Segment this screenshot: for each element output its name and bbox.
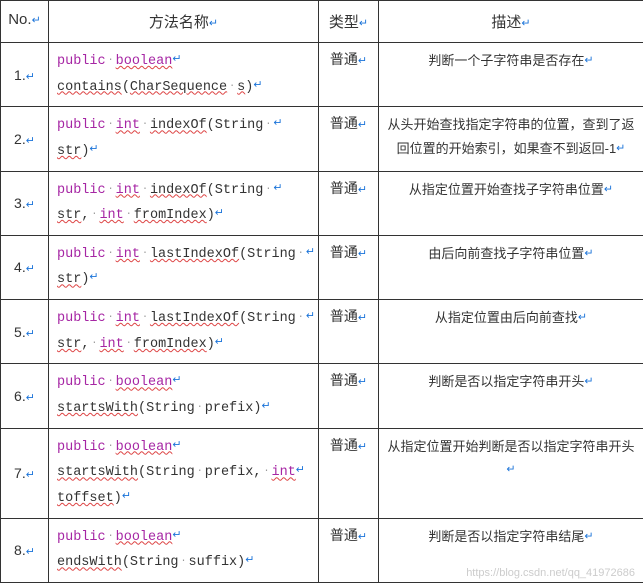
methods-table: No.↵ 方法名称↵ 类型↵ 描述↵ 1.↵public·boolean↵con… bbox=[0, 0, 643, 583]
header-method: 方法名称↵ bbox=[49, 1, 319, 43]
method-signature: public·boolean↵startsWith(String·prefix,… bbox=[49, 428, 319, 518]
table-row: 6.↵public·boolean↵startsWith(String·pref… bbox=[1, 364, 643, 428]
row-number: 4.↵ bbox=[1, 235, 49, 299]
header-desc: 描述↵ bbox=[379, 1, 643, 43]
row-number: 1.↵ bbox=[1, 43, 49, 107]
method-description: 判断一个子字符串是否存在↵ bbox=[379, 43, 643, 107]
method-description: 从头开始查找指定字符串的位置，查到了返回位置的开始索引，如果查不到返回-1↵ bbox=[379, 107, 643, 171]
method-signature: public·int·lastIndexOf(String·↵str,·int·… bbox=[49, 300, 319, 364]
table-body: 1.↵public·boolean↵contains(CharSequence·… bbox=[1, 43, 643, 583]
method-signature: public·int·lastIndexOf(String·↵str)↵ bbox=[49, 235, 319, 299]
method-signature: public·boolean↵startsWith(String·prefix)… bbox=[49, 364, 319, 428]
header-row: No.↵ 方法名称↵ 类型↵ 描述↵ bbox=[1, 1, 643, 43]
enter-icon: ↵ bbox=[209, 18, 218, 30]
watermark: https://blog.csdn.net/qq_41972686 bbox=[466, 567, 635, 579]
method-description: 从指定位置开始判断是否以指定字符串开头↵ bbox=[379, 428, 643, 518]
row-number: 3.↵ bbox=[1, 171, 49, 235]
method-type: 普通↵ bbox=[319, 364, 379, 428]
table-row: 4.↵public·int·lastIndexOf(String·↵str)↵普… bbox=[1, 235, 643, 299]
enter-icon: ↵ bbox=[521, 18, 530, 30]
method-signature: public·boolean↵endsWith(String·suffix)↵ bbox=[49, 518, 319, 582]
method-description: 由后向前查找子字符串位置↵ bbox=[379, 235, 643, 299]
method-type: 普通↵ bbox=[319, 235, 379, 299]
method-type: 普通↵ bbox=[319, 428, 379, 518]
method-description: 从指定位置由后向前查找↵ bbox=[379, 300, 643, 364]
enter-icon: ↵ bbox=[359, 18, 368, 30]
method-signature: public·boolean↵contains(CharSequence·s)↵ bbox=[49, 43, 319, 107]
method-description: 判断是否以指定字符串开头↵ bbox=[379, 364, 643, 428]
table-row: 5.↵public·int·lastIndexOf(String·↵str,·i… bbox=[1, 300, 643, 364]
method-type: 普通↵ bbox=[319, 43, 379, 107]
header-type: 类型↵ bbox=[319, 1, 379, 43]
method-description: 从指定位置开始查找子字符串位置↵ bbox=[379, 171, 643, 235]
method-signature: public·int·indexOf(String·↵str)↵ bbox=[49, 107, 319, 171]
method-type: 普通↵ bbox=[319, 518, 379, 582]
method-type: 普通↵ bbox=[319, 107, 379, 171]
row-number: 6.↵ bbox=[1, 364, 49, 428]
row-number: 2.↵ bbox=[1, 107, 49, 171]
method-type: 普通↵ bbox=[319, 300, 379, 364]
row-number: 8.↵ bbox=[1, 518, 49, 582]
row-number: 5.↵ bbox=[1, 300, 49, 364]
table-row: 1.↵public·boolean↵contains(CharSequence·… bbox=[1, 43, 643, 107]
table-row: 3.↵public·int·indexOf(String·↵str,·int·f… bbox=[1, 171, 643, 235]
method-type: 普通↵ bbox=[319, 171, 379, 235]
header-no: No.↵ bbox=[1, 1, 49, 43]
row-number: 7.↵ bbox=[1, 428, 49, 518]
enter-icon: ↵ bbox=[32, 15, 41, 27]
method-signature: public·int·indexOf(String·↵str,·int·from… bbox=[49, 171, 319, 235]
table-row: 2.↵public·int·indexOf(String·↵str)↵普通↵从头… bbox=[1, 107, 643, 171]
table-row: 7.↵public·boolean↵startsWith(String·pref… bbox=[1, 428, 643, 518]
